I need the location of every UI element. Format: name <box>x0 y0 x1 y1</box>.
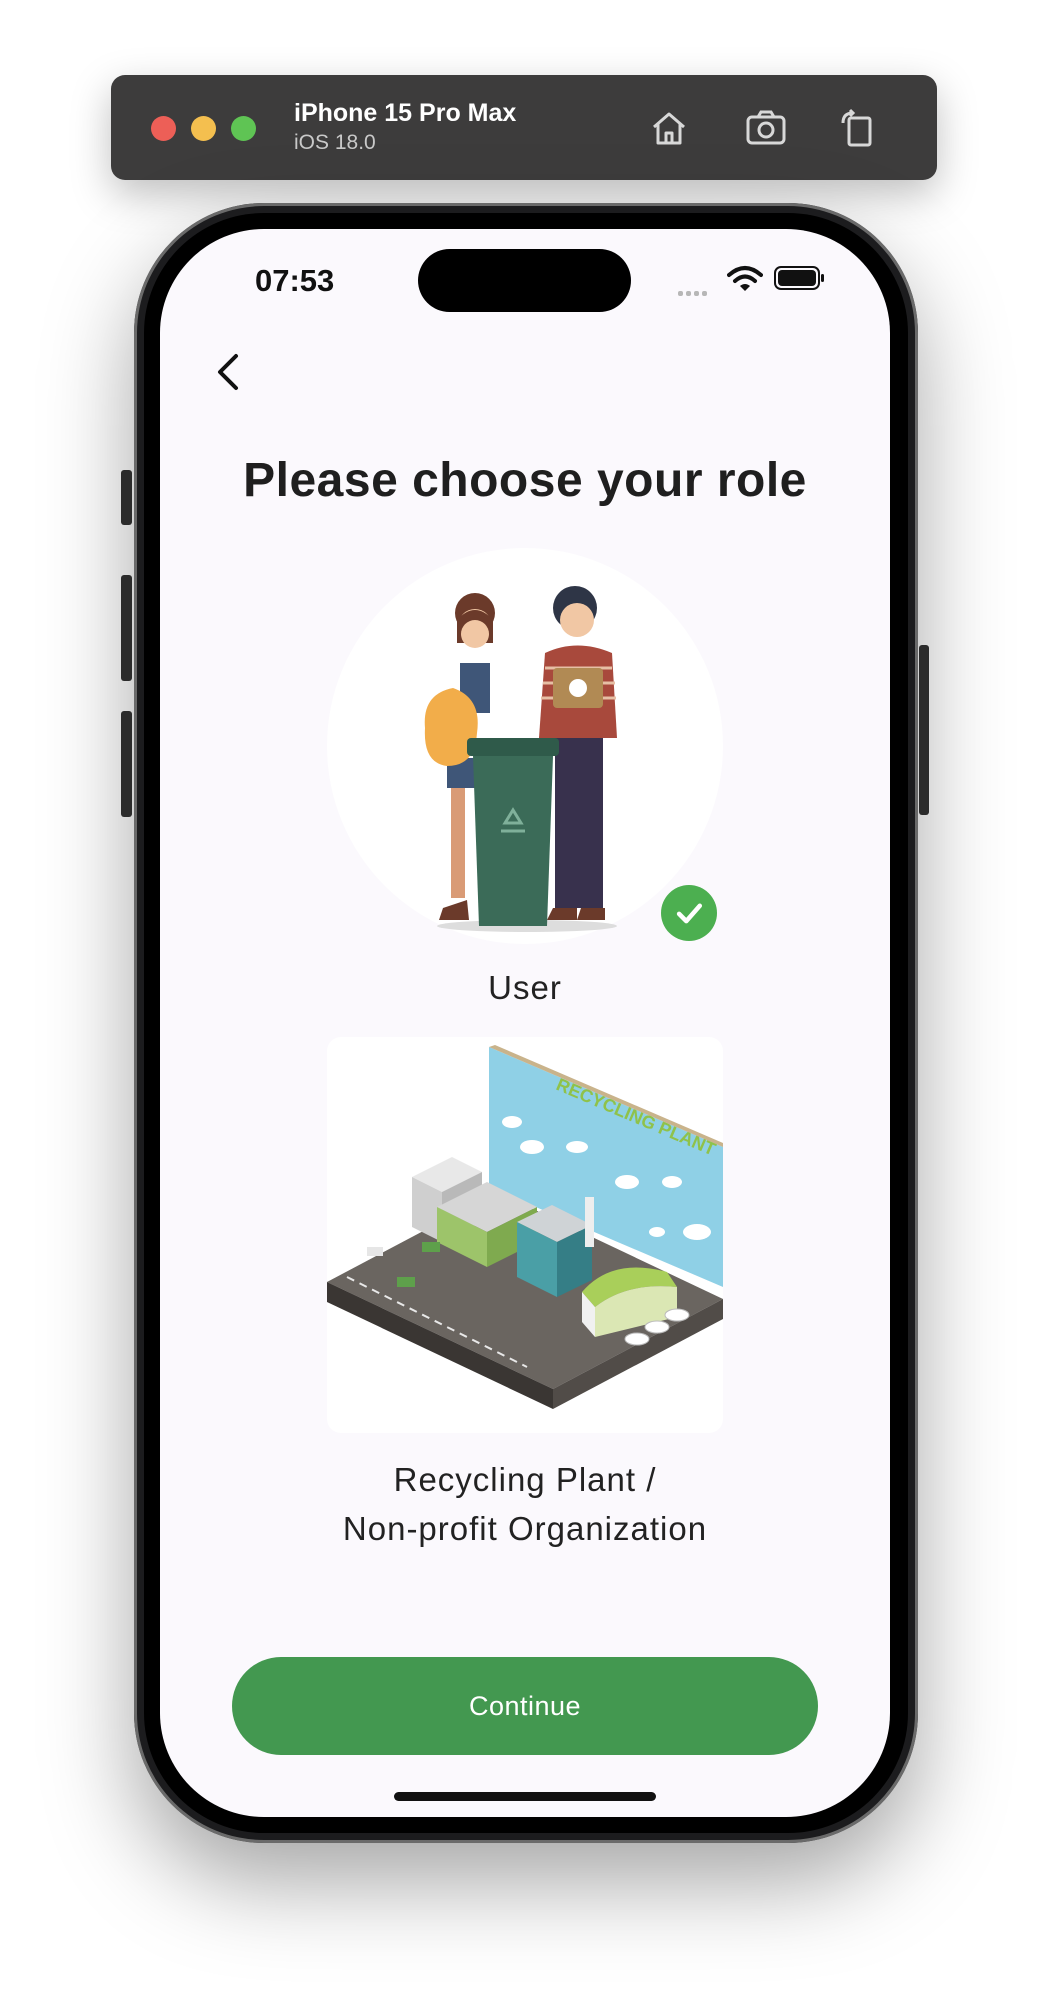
recycling-plant-illustration: RECYCLING PLANT <box>327 1045 723 1409</box>
checkmark-icon <box>676 903 703 924</box>
user-illustration <box>424 586 617 932</box>
volume-up-button <box>121 575 132 681</box>
home-indicator[interactable] <box>394 1792 656 1801</box>
selected-check-badge <box>661 885 717 941</box>
status-time: 07:53 <box>255 263 335 298</box>
home-icon[interactable] <box>646 105 692 151</box>
minimize-window-button[interactable] <box>191 116 216 141</box>
os-version: iOS 18.0 <box>294 131 376 154</box>
role-label-line1: Recycling Plant / <box>393 1461 657 1498</box>
rotate-icon[interactable] <box>835 105 881 151</box>
role-label-line2: Non-profit Organization <box>342 1510 708 1547</box>
power-button <box>919 645 929 815</box>
simulator-toolbar: iPhone 15 Pro Max iOS 18.0 <box>111 75 937 180</box>
chevron-left-icon <box>218 354 238 390</box>
action-button <box>121 470 132 525</box>
battery-icon <box>774 265 826 291</box>
close-window-button[interactable] <box>151 116 176 141</box>
role-label-recycling-plant: Recycling Plant / Non-profit Organizatio… <box>160 1455 890 1553</box>
role-option-user[interactable] <box>327 548 723 944</box>
wifi-icon <box>727 265 763 293</box>
device-name: iPhone 15 Pro Max <box>294 99 517 127</box>
page-title: Please choose your role <box>243 454 807 507</box>
zoom-window-button[interactable] <box>231 116 256 141</box>
signal-dots-icon <box>678 283 710 301</box>
volume-down-button <box>121 711 132 817</box>
back-button[interactable] <box>205 347 255 397</box>
role-label-user: User <box>488 969 562 1006</box>
app-screen: 07:53 Please choose your role User RECYC… <box>160 229 890 1817</box>
continue-button[interactable]: Continue <box>232 1657 818 1755</box>
dynamic-island <box>418 249 631 312</box>
role-option-recycling-plant[interactable]: RECYCLING PLANT <box>327 1037 723 1433</box>
screenshot-icon[interactable] <box>743 105 789 151</box>
